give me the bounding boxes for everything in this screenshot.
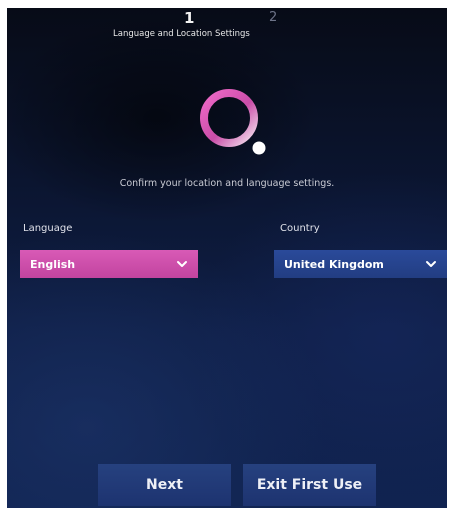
chevron-down-icon [426,261,436,267]
next-button[interactable]: Next [98,464,231,506]
language-label: Language [23,223,73,234]
chevron-down-icon [177,261,187,267]
exit-first-use-button[interactable]: Exit First Use [243,464,376,506]
setup-screen: 1 2 Language and Location Settings Confi… [7,8,447,508]
loading-ring-icon [200,89,266,155]
step-indicator: 1 2 Language and Location Settings [7,10,447,50]
step-1-label: Language and Location Settings [113,29,250,39]
language-selected-value: English [30,257,76,271]
step-2-number: 2 [269,10,278,25]
language-dropdown[interactable]: English [20,250,198,278]
country-selected-value: United Kingdom [284,257,384,271]
country-label: Country [280,223,320,234]
instruction-text: Confirm your location and language setti… [119,178,335,189]
country-dropdown[interactable]: United Kingdom [274,250,447,278]
step-1-number: 1 [184,9,195,27]
